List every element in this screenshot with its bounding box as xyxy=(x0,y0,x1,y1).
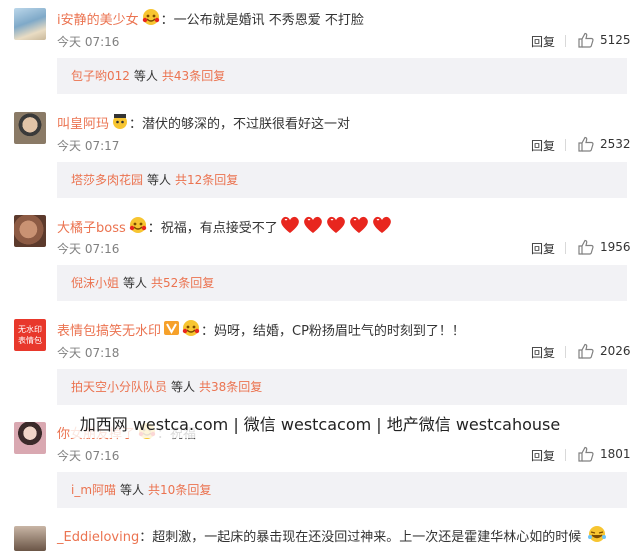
comment-item: 大橘子boss ：祝福，有点接受不了今天 07:16 回复 1956 倪沫小姐 等人 共52… xyxy=(0,207,640,311)
reply-button[interactable]: 回复 xyxy=(531,33,555,50)
thumbs-up-icon[interactable] xyxy=(578,32,594,48)
thumbs-up-icon[interactable] xyxy=(578,136,594,152)
sub-reply-user-link[interactable]: 拍天空小分队队员 xyxy=(71,380,167,394)
sub-reply-user-link[interactable]: 塔莎多肉花园 xyxy=(71,173,143,187)
thumbs-up-icon[interactable] xyxy=(578,239,594,255)
sub-reply-summary[interactable]: 拍天空小分队队员 等人 共38条回复 xyxy=(57,369,627,405)
thumbs-up-icon[interactable] xyxy=(578,446,594,462)
heart-emoji-icon xyxy=(279,215,301,242)
smile-badge-icon xyxy=(128,216,148,241)
comment-item: 叫皇阿玛 ：潜伏的够深的，不过朕很看好这一对 今天 07:17 回复 2532 塔莎多肉花… xyxy=(0,104,640,208)
like-count: 1801 xyxy=(600,447,631,461)
vip-badge-icon xyxy=(163,319,201,344)
sub-reply-mid-text: 等人 xyxy=(133,69,158,83)
comment-text: ：潜伏的够深的，不过朕很看好这一对 xyxy=(129,117,351,132)
avatar-text: 无水印 表情包 xyxy=(14,319,46,351)
heart-emoji-icon xyxy=(348,215,370,242)
comment-item: i安静的美少女 ：一公布就是婚讯 不秀恩爱 不打脸今天 07:16 回复 5125 包子… xyxy=(0,0,640,104)
comment-text: ：超刺激，一起床的暴击现在还没回过神来。上一次还是霍建华林心如的时候 xyxy=(139,530,582,545)
comment-time: 今天 07:18 xyxy=(57,346,120,360)
thumbs-up-icon[interactable] xyxy=(578,343,594,359)
sub-reply-count-link[interactable]: 共52条回复 xyxy=(151,276,214,290)
heart-emoji-icon xyxy=(371,215,393,242)
avatar[interactable]: 无水印 表情包 xyxy=(14,319,46,351)
sub-reply-count-link[interactable]: 共38条回复 xyxy=(199,380,262,394)
sub-reply-summary[interactable]: 倪沫小姐 等人 共52条回复 xyxy=(57,265,627,301)
sub-reply-mid-text: 等人 xyxy=(171,380,196,394)
username-link[interactable]: 表情包搞笑无水印 xyxy=(57,324,161,339)
comment-time: 今天 07:17 xyxy=(57,139,120,153)
sub-reply-mid-text: 等人 xyxy=(123,276,148,290)
sub-reply-count-link[interactable]: 共12条回复 xyxy=(175,173,238,187)
laughing-crying-emoji-icon xyxy=(587,525,607,550)
sub-reply-user-link[interactable]: i_m阿喵 xyxy=(71,483,116,497)
sub-reply-summary[interactable]: i_m阿喵 等人 共10条回复 xyxy=(57,472,627,508)
like-count: 1956 xyxy=(600,240,631,254)
avatar[interactable] xyxy=(14,526,46,551)
sub-reply-user-link[interactable]: 倪沫小姐 xyxy=(71,276,119,290)
divider xyxy=(565,139,566,151)
sub-reply-summary[interactable]: 包子哟012 等人 共43条回复 xyxy=(57,58,627,94)
sub-reply-summary[interactable]: 塔莎多肉花园 等人 共12条回复 xyxy=(57,162,627,198)
heart-emoji-icon xyxy=(325,215,347,242)
like-count: 2026 xyxy=(600,344,631,358)
divider xyxy=(565,242,566,254)
like-count: 5125 xyxy=(600,33,631,47)
reply-button[interactable]: 回复 xyxy=(531,137,555,154)
comment-time: 今天 07:16 xyxy=(57,449,120,463)
smile-badge-icon xyxy=(141,8,161,33)
comment-time: 今天 07:16 xyxy=(57,35,120,49)
username-link[interactable]: 大橘子boss xyxy=(57,221,126,236)
sub-reply-user-link[interactable]: 包子哟012 xyxy=(71,69,130,83)
comment-text: ：妈呀，结婚，CP粉扬眉吐气的时刻到了！！ xyxy=(201,324,465,339)
avatar[interactable] xyxy=(14,8,46,40)
divider xyxy=(565,449,566,461)
comment-text: ：一公布就是婚讯 不秀恩爱 不打脸 xyxy=(160,13,364,28)
comment-text: ：祝福，有点接受不了 xyxy=(147,221,278,236)
comment-time: 今天 07:16 xyxy=(57,242,120,256)
divider xyxy=(565,35,566,47)
like-count: 2532 xyxy=(600,137,631,151)
crown-badge-icon xyxy=(111,112,129,137)
comment-item-partial: _Eddieloving：超刺激，一起床的暴击现在还没回过神来。上一次还是霍建华… xyxy=(0,520,640,551)
sub-reply-count-link[interactable]: 共43条回复 xyxy=(162,69,225,83)
avatar[interactable] xyxy=(14,215,46,247)
sub-reply-mid-text: 等人 xyxy=(147,173,172,187)
sub-reply-count-link[interactable]: 共10条回复 xyxy=(148,483,211,497)
reply-button[interactable]: 回复 xyxy=(531,447,555,464)
avatar[interactable] xyxy=(14,112,46,144)
watermark-overlay: 加西网 westca.com | 微信 westcacom | 地产微信 wes… xyxy=(70,412,570,438)
avatar[interactable] xyxy=(14,422,46,454)
username-link[interactable]: _Eddieloving xyxy=(57,530,139,545)
sub-reply-mid-text: 等人 xyxy=(120,483,145,497)
comment-item: 无水印 表情包 表情包搞笑无水印 ：妈呀，结婚，CP粉扬眉吐气的时刻到了！！ 今天 0… xyxy=(0,311,640,415)
username-link[interactable]: i安静的美少女 xyxy=(57,13,139,28)
heart-emoji-icon xyxy=(302,215,324,242)
reply-button[interactable]: 回复 xyxy=(531,344,555,361)
divider xyxy=(565,346,566,358)
reply-button[interactable]: 回复 xyxy=(531,240,555,257)
username-link[interactable]: 叫皇阿玛 xyxy=(57,117,109,132)
